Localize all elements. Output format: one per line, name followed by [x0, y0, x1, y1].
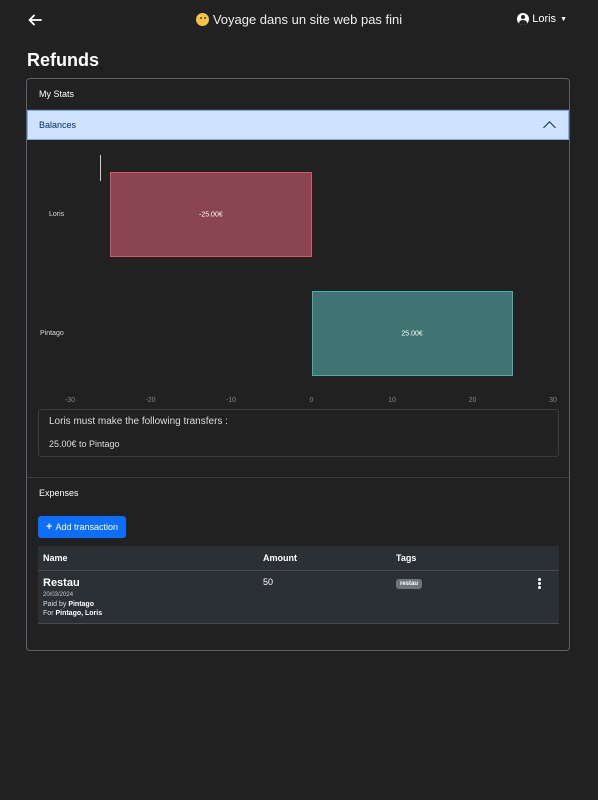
add-transaction-label: Add transaction [55, 522, 118, 532]
cell-actions [529, 570, 559, 624]
my-stats-header: My Stats [27, 79, 569, 110]
trip-title: Voyage dans un site web pas fini [0, 12, 598, 27]
x-tick-label: 20 [468, 397, 477, 404]
user-menu[interactable]: Loris ▼ [517, 13, 567, 25]
balances-accordion-toggle[interactable]: Balances [27, 110, 569, 140]
paid-by-value: Pintago [68, 601, 94, 608]
transfer-item: 25.00€ to Pintago [49, 439, 120, 449]
bar-data-label: 25.00€ [401, 330, 423, 337]
cell-name: Restau 20/03/2024 Paid by Pintago For Pi… [38, 570, 258, 624]
column-header-name: Name [38, 546, 258, 571]
refunds-card: My Stats Balances -25.00€ Loris 25.00€ Pint… [26, 78, 570, 651]
bar-loris: -25.00€ [110, 172, 312, 257]
paid-by-label: Paid by [43, 601, 67, 608]
for-value: Pintago, Loris [55, 610, 103, 617]
x-tick-label: -10 [225, 397, 237, 404]
transfers-heading: Loris must make the following transfers … [49, 416, 228, 427]
column-header-tags: Tags [391, 546, 529, 571]
category-label: Loris [49, 210, 65, 218]
transaction-name: Restau [43, 577, 80, 589]
top-navbar: Voyage dans un site web pas fini Loris ▼ [0, 0, 598, 40]
column-header-amount: Amount [258, 546, 391, 571]
transactions-table: Name Amount Tags Restau 20/03/2024 Paid … [38, 546, 559, 624]
user-circle-icon [517, 13, 530, 25]
x-tick-label: -20 [145, 397, 156, 404]
user-name: Loris [532, 13, 557, 25]
bar-pintago: 25.00€ [311, 291, 513, 376]
smiley-icon [195, 13, 209, 26]
chevron-up-icon [543, 121, 556, 134]
for-line: For Pintago, Loris [43, 610, 253, 617]
x-tick-label: -30 [64, 397, 76, 404]
page-title: Refunds [27, 50, 99, 70]
category-label: Pintago [40, 329, 64, 337]
caret-down-icon: ▼ [560, 15, 567, 23]
transfers-box: Loris must make the following transfers … [38, 409, 559, 457]
balances-label: Balances [39, 120, 77, 130]
plus-icon: + [46, 521, 53, 533]
paid-by-line: Paid by Pintago [43, 601, 253, 608]
for-label: For [43, 610, 54, 617]
cell-tags: restau [391, 570, 529, 624]
transaction-date: 20/03/2024 [43, 592, 74, 598]
column-header-actions [529, 546, 559, 571]
tag-badge[interactable]: restau [396, 579, 423, 589]
kebab-menu-icon[interactable] [534, 578, 544, 589]
axis-tick-line [100, 155, 101, 181]
expenses-header: Expenses [27, 477, 569, 507]
x-tick-label: 10 [388, 397, 396, 404]
table-row[interactable]: Restau 20/03/2024 Paid by Pintago For Pi… [38, 570, 559, 624]
x-tick-label: 0 [309, 397, 314, 404]
add-transaction-button[interactable]: + Add transaction [38, 516, 126, 538]
cell-amount: 50 [258, 570, 391, 624]
table-header-row: Name Amount Tags [38, 546, 559, 571]
bar-data-label: -25.00€ [199, 211, 223, 218]
x-tick-label: 30 [549, 397, 557, 404]
